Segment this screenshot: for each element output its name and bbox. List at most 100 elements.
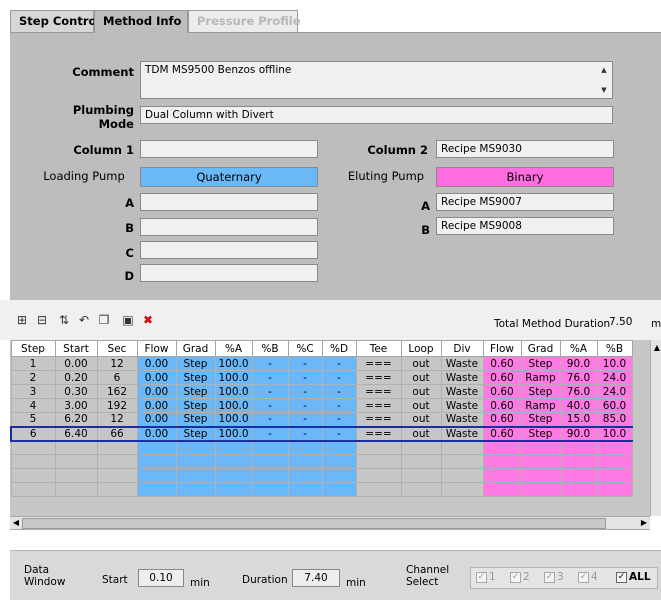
table-cell[interactable] bbox=[355, 440, 402, 455]
table-row[interactable]: 1 0.00 12 0.00 Step 100.0- - - === out Waste 0.60 St… bbox=[10, 356, 633, 371]
table-cell[interactable] bbox=[136, 454, 177, 469]
table-cell[interactable]: Waste bbox=[440, 425, 484, 442]
table-cell[interactable] bbox=[321, 482, 357, 497]
table-cell[interactable] bbox=[214, 454, 253, 469]
table-cell[interactable] bbox=[440, 482, 484, 497]
table-cell[interactable] bbox=[175, 468, 216, 483]
table-cell[interactable]: Step bbox=[175, 412, 216, 427]
table-cell[interactable]: Step bbox=[520, 412, 561, 427]
table-cell[interactable] bbox=[175, 440, 216, 455]
table-cell[interactable]: 1 bbox=[10, 356, 56, 371]
table-cell[interactable] bbox=[596, 482, 633, 497]
table-cell[interactable] bbox=[287, 440, 323, 455]
table-cell[interactable]: - bbox=[251, 398, 289, 413]
table-cell[interactable] bbox=[321, 440, 357, 455]
tab-method-info[interactable]: Method Info bbox=[94, 10, 188, 33]
table-cell[interactable] bbox=[96, 440, 138, 455]
table-cell[interactable] bbox=[10, 454, 56, 469]
table-cell[interactable]: - bbox=[251, 412, 289, 427]
table-cell[interactable]: 162 bbox=[96, 384, 138, 399]
table-cell[interactable] bbox=[400, 440, 442, 455]
duration-input[interactable]: 7.40 bbox=[292, 569, 340, 587]
table-cell[interactable]: Waste bbox=[440, 398, 484, 413]
table-cell[interactable] bbox=[400, 468, 442, 483]
delete-row-icon[interactable]: ⊟ bbox=[34, 312, 50, 328]
table-cell[interactable]: === bbox=[355, 356, 402, 371]
table-cell[interactable]: 0.00 bbox=[136, 370, 177, 385]
table-cell[interactable]: 192 bbox=[96, 398, 138, 413]
eluting-a-field[interactable]: Recipe MS9007 bbox=[436, 193, 614, 211]
table-cell[interactable] bbox=[355, 468, 402, 483]
table-cell[interactable]: 100.0 bbox=[214, 412, 253, 427]
table-cell[interactable]: 0.00 bbox=[136, 356, 177, 371]
table-cell[interactable] bbox=[355, 454, 402, 469]
scroll-left-icon[interactable]: ◀ bbox=[10, 517, 22, 529]
table-row[interactable]: 3 0.30 162 0.00 Step 100.0- - - === out Waste 0.60 S… bbox=[10, 384, 633, 399]
table-cell[interactable]: Ramp bbox=[520, 398, 561, 413]
table-cell[interactable]: - bbox=[287, 425, 323, 442]
table-cell[interactable] bbox=[96, 482, 138, 497]
table-cell[interactable]: out bbox=[400, 398, 442, 413]
table-horizontal-scrollbar[interactable]: ◀ ▶ bbox=[10, 516, 650, 530]
table-cell[interactable] bbox=[520, 468, 561, 483]
table-cell[interactable]: Waste bbox=[440, 356, 484, 371]
table-cell[interactable]: 10.0 bbox=[596, 356, 633, 371]
table-cell[interactable] bbox=[287, 482, 323, 497]
channel-all-checkbox[interactable]: ✓ ALL bbox=[616, 569, 651, 587]
table-cell[interactable] bbox=[251, 454, 289, 469]
table-cell[interactable]: 100.0 bbox=[214, 425, 253, 442]
table-cell[interactable]: 4 bbox=[10, 398, 56, 413]
table-cell[interactable] bbox=[440, 454, 484, 469]
empty-table-row[interactable] bbox=[10, 454, 633, 469]
table-cell[interactable] bbox=[520, 440, 561, 455]
table-cell[interactable] bbox=[10, 482, 56, 497]
table-cell[interactable]: Step bbox=[175, 356, 216, 371]
table-cell[interactable] bbox=[96, 454, 138, 469]
table-cell[interactable]: 0.00 bbox=[136, 425, 177, 442]
clear-icon[interactable]: ✖ bbox=[140, 312, 156, 328]
table-cell[interactable]: - bbox=[251, 356, 289, 371]
table-cell[interactable]: - bbox=[287, 370, 323, 385]
table-cell[interactable]: 100.0 bbox=[214, 398, 253, 413]
table-cell[interactable]: 0.20 bbox=[54, 370, 98, 385]
table-cell[interactable]: 0.60 bbox=[482, 412, 522, 427]
table-cell[interactable] bbox=[559, 482, 598, 497]
table-cell[interactable]: - bbox=[321, 370, 357, 385]
scroll-up-icon[interactable]: ▲ bbox=[651, 342, 661, 354]
start-input[interactable]: 0.10 bbox=[138, 569, 184, 587]
table-cell[interactable]: 0.00 bbox=[136, 398, 177, 413]
table-cell[interactable] bbox=[400, 482, 442, 497]
table-cell[interactable]: === bbox=[355, 398, 402, 413]
table-cell[interactable]: 5 bbox=[10, 412, 56, 427]
table-row[interactable]: 4 3.00 192 0.00 Step 100.0- - - === out Waste 0.60 R… bbox=[10, 398, 633, 413]
table-cell[interactable] bbox=[214, 440, 253, 455]
table-cell[interactable]: Waste bbox=[440, 412, 484, 427]
table-cell[interactable]: === bbox=[355, 412, 402, 427]
table-cell[interactable] bbox=[96, 468, 138, 483]
table-cell[interactable] bbox=[287, 468, 323, 483]
table-cell[interactable]: 0.00 bbox=[136, 412, 177, 427]
copy-icon[interactable]: ❐ bbox=[96, 312, 112, 328]
table-cell[interactable]: out bbox=[400, 356, 442, 371]
table-cell[interactable] bbox=[482, 468, 522, 483]
table-cell[interactable] bbox=[482, 454, 522, 469]
table-cell[interactable]: Step bbox=[175, 425, 216, 442]
table-row[interactable]: 6 6.40 66 0.00 Step 100.0- - - === out Waste 0.60 St… bbox=[10, 425, 633, 442]
table-cell[interactable] bbox=[520, 482, 561, 497]
table-cell[interactable]: Step bbox=[520, 425, 561, 442]
table-cell[interactable]: - bbox=[287, 398, 323, 413]
table-cell[interactable]: - bbox=[321, 356, 357, 371]
scroll-right-icon[interactable]: ▶ bbox=[638, 517, 650, 529]
table-cell[interactable]: 100.0 bbox=[214, 356, 253, 371]
table-cell[interactable]: 10.0 bbox=[596, 425, 633, 442]
table-cell[interactable] bbox=[10, 468, 56, 483]
table-cell[interactable]: === bbox=[355, 370, 402, 385]
table-cell[interactable] bbox=[251, 482, 289, 497]
table-cell[interactable] bbox=[321, 454, 357, 469]
paste-icon[interactable]: ▣ bbox=[120, 312, 136, 328]
table-cell[interactable]: 66 bbox=[96, 425, 138, 442]
table-cell[interactable] bbox=[596, 454, 633, 469]
table-cell[interactable] bbox=[440, 468, 484, 483]
table-cell[interactable]: 0.60 bbox=[482, 398, 522, 413]
table-cell[interactable]: 0.00 bbox=[136, 384, 177, 399]
